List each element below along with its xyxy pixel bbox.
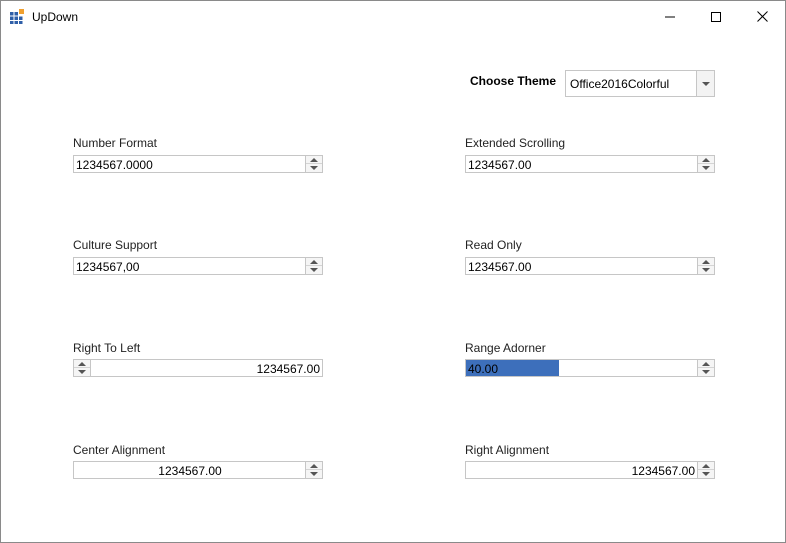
spin-up-button[interactable] [698, 360, 714, 368]
close-icon [756, 11, 768, 22]
theme-dropdown-button[interactable] [696, 71, 714, 96]
spin-up-button[interactable] [698, 462, 714, 470]
arrow-up-icon [702, 361, 710, 366]
spin-up-button[interactable] [698, 156, 714, 164]
spin-down-button[interactable] [306, 470, 322, 478]
arrow-down-icon [310, 268, 318, 272]
spin-up-button[interactable] [306, 258, 322, 266]
read-only-label: Read Only [465, 238, 522, 252]
spin-up-button[interactable] [74, 360, 90, 368]
number-format-spin[interactable] [305, 156, 322, 172]
spin-down-button[interactable] [698, 368, 714, 376]
spin-down-button[interactable] [698, 470, 714, 478]
culture-support-value[interactable]: 1234567,00 [76, 260, 139, 274]
read-only-value: 1234567.00 [468, 260, 532, 274]
right-alignment-spin[interactable] [697, 462, 714, 478]
arrow-down-icon [78, 370, 86, 374]
range-adorner-spin[interactable] [697, 360, 714, 376]
spin-up-button[interactable] [306, 156, 322, 164]
app-grid-icon [10, 9, 24, 24]
arrow-up-icon [702, 157, 710, 162]
arrow-down-icon [702, 472, 710, 476]
center-alignment-spin[interactable] [305, 462, 322, 478]
spin-down-button[interactable] [698, 164, 714, 172]
number-format-updown[interactable]: 1234567.0000 [73, 155, 323, 173]
right-to-left-label: Right To Left [73, 341, 141, 355]
right-to-left-updown[interactable]: 1234567.00 [73, 359, 323, 377]
right-to-left-spin[interactable] [74, 360, 91, 376]
center-alignment-value[interactable]: 1234567.00 [74, 464, 306, 478]
number-format-value[interactable]: 1234567.0000 [76, 158, 153, 172]
theme-combobox[interactable]: Office2016Colorful [565, 70, 715, 97]
extended-scrolling-updown[interactable]: 1234567.00 [465, 155, 715, 173]
spin-down-button[interactable] [698, 266, 714, 274]
arrow-up-icon [310, 259, 318, 264]
number-format-label: Number Format [73, 136, 158, 150]
culture-support-label: Culture Support [73, 238, 158, 252]
culture-support-updown[interactable]: 1234567,00 [73, 257, 323, 275]
maximize-icon [711, 11, 721, 22]
spin-down-button[interactable] [306, 164, 322, 172]
arrow-up-icon [702, 463, 710, 468]
center-alignment-updown[interactable]: 1234567.00 [73, 461, 323, 479]
read-only-updown[interactable]: 1234567.00 [465, 257, 715, 275]
right-to-left-value[interactable]: 1234567.00 [257, 362, 320, 376]
range-adorner-updown[interactable]: 40.00 [465, 359, 715, 377]
center-alignment-label: Center Alignment [73, 443, 166, 457]
choose-theme-label: Choose Theme [470, 74, 557, 88]
right-alignment-updown[interactable]: 1234567.00 [465, 461, 715, 479]
arrow-down-icon [702, 268, 710, 272]
minimize-icon [665, 16, 675, 17]
arrow-up-icon [702, 259, 710, 264]
range-adorner-label: Range Adorner [465, 341, 546, 355]
culture-support-spin[interactable] [305, 258, 322, 274]
spin-down-button[interactable] [306, 266, 322, 274]
extended-scrolling-label: Extended Scrolling [465, 136, 566, 150]
theme-selected-value: Office2016Colorful [570, 77, 670, 91]
right-alignment-label: Right Alignment [465, 443, 550, 457]
read-only-spin[interactable] [697, 258, 714, 274]
spin-up-button[interactable] [698, 258, 714, 266]
arrow-down-icon [702, 166, 710, 170]
range-adorner-value[interactable]: 40.00 [468, 362, 498, 376]
maximize-button[interactable] [693, 1, 739, 32]
right-alignment-value[interactable]: 1234567.00 [632, 464, 695, 478]
spin-down-button[interactable] [74, 368, 90, 376]
minimize-button[interactable] [647, 1, 693, 32]
spin-up-button[interactable] [306, 462, 322, 470]
close-button[interactable] [739, 1, 785, 32]
extended-scrolling-spin[interactable] [697, 156, 714, 172]
window-title: UpDown [32, 10, 79, 24]
arrow-up-icon [78, 361, 86, 366]
arrow-up-icon [310, 463, 318, 468]
arrow-down-icon [702, 370, 710, 374]
extended-scrolling-value[interactable]: 1234567.00 [468, 158, 531, 172]
chevron-down-icon [701, 81, 710, 86]
arrow-down-icon [310, 472, 318, 476]
arrow-down-icon [310, 166, 318, 170]
title-bar[interactable]: UpDown [1, 1, 785, 32]
updown-window: UpDown Choose Theme Office2016Colorful N… [0, 0, 786, 543]
arrow-up-icon [310, 157, 318, 162]
